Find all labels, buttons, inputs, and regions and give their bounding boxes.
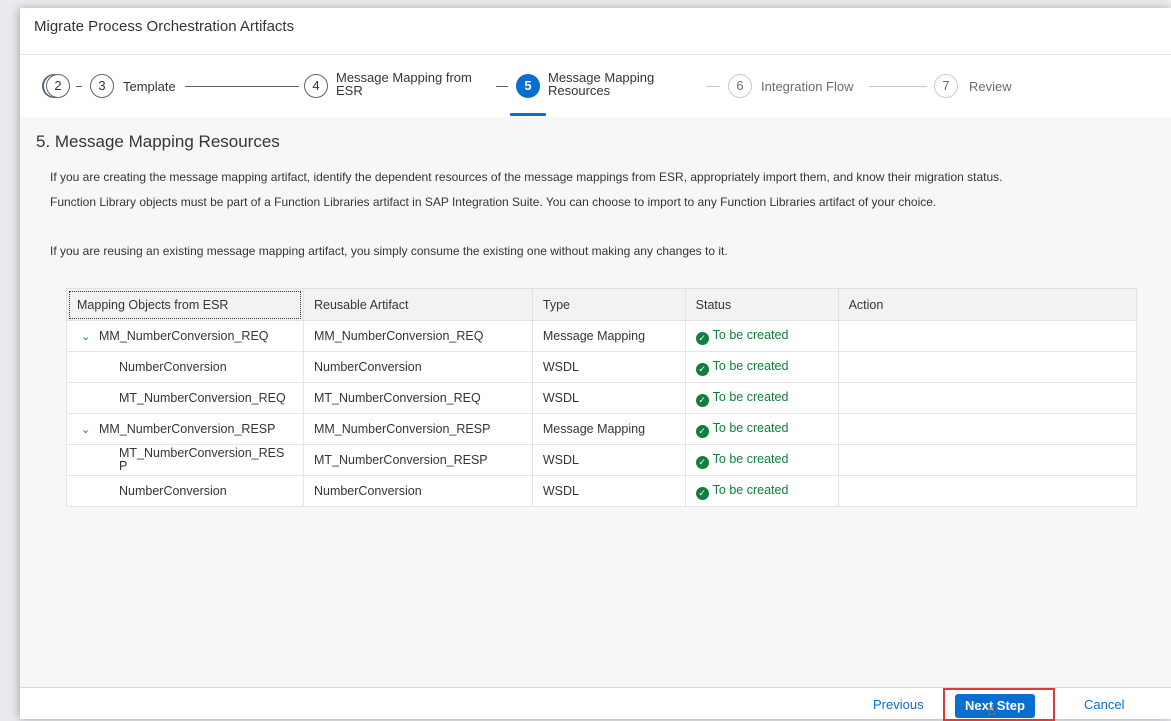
status-cell: ✓ To be created [684, 320, 839, 352]
table-row[interactable]: NumberConversion NumberConversion WSDL ✓… [66, 475, 1138, 507]
mapping-cell: NumberConversion [66, 351, 304, 383]
table-row[interactable]: MT_NumberConversion_RES P MT_NumberConver… [66, 444, 1138, 476]
dialog-footer: Previous Next Step ☝ Cancel [20, 687, 1171, 721]
column-header-action[interactable]: Action [837, 288, 1138, 321]
check-circle-icon: ✓ [695, 455, 709, 469]
artifact-cell: NumberConversion [302, 475, 533, 507]
artifact-cell: MM_NumberConversion_REQ [302, 320, 533, 352]
mapping-cell: NumberConversion [66, 475, 304, 507]
dialog-title: Migrate Process Orchestration Artifacts [34, 18, 295, 35]
wizard-step-6[interactable]: 6 [728, 74, 752, 98]
table-row[interactable]: ⌄ MM_NumberConversion_RESP MM_NumberConve… [66, 413, 1138, 445]
table-row[interactable]: NumberConversion NumberConversion WSDL ✓… [66, 351, 1138, 383]
action-cell [837, 475, 1138, 507]
table-row[interactable]: ⌄ MM_NumberConversion_REQ MM_NumberConver… [66, 320, 1138, 352]
status-cell: ✓ To be created [684, 444, 839, 476]
wizard-step-3-label: Template [123, 79, 176, 94]
column-header-mapping-objects[interactable]: Mapping Objects from ESR [66, 288, 304, 321]
wizard-connector [869, 86, 927, 87]
next-step-highlight: Next Step ☝ [943, 688, 1055, 721]
hand-cursor-icon: ☝ [987, 702, 996, 718]
wizard-step-6-label: Integration Flow [761, 79, 854, 94]
artifact-cell: MT_NumberConversion_REQ [302, 382, 533, 414]
chevron-down-icon[interactable]: ⌄ [81, 330, 95, 343]
mapping-cell: MT_NumberConversion_REQ [66, 382, 304, 414]
action-cell [837, 351, 1138, 383]
page-title: 5. Message Mapping Resources [36, 132, 280, 151]
status-cell: ✓ To be created [684, 351, 839, 383]
action-cell [837, 320, 1138, 352]
mapping-cell: ⌄ MM_NumberConversion_RESP [66, 413, 304, 445]
table-header-row: Mapping Objects from ESR Reusable Artifa… [66, 288, 1138, 321]
resources-table: Mapping Objects from ESR Reusable Artifa… [66, 288, 1138, 507]
wizard-step-3[interactable]: 3 [90, 74, 114, 98]
type-cell: Message Mapping [531, 320, 686, 352]
wizard-step-4-label: Message Mapping from ESR [336, 70, 472, 98]
status-cell: ✓ To be created [684, 413, 839, 445]
wizard-connector [185, 86, 299, 87]
type-cell: WSDL [531, 475, 686, 507]
check-circle-icon: ✓ [695, 486, 709, 500]
check-circle-icon: ✓ [695, 424, 709, 438]
check-circle-icon: ✓ [695, 331, 709, 345]
type-cell: WSDL [531, 444, 686, 476]
action-cell [837, 382, 1138, 414]
column-header-reusable-artifact[interactable]: Reusable Artifact [302, 288, 533, 321]
check-circle-icon: ✓ [695, 362, 709, 376]
type-cell: Message Mapping [531, 413, 686, 445]
mapping-cell: MT_NumberConversion_RES P [66, 444, 304, 476]
action-cell [837, 413, 1138, 445]
wizard-connector [496, 86, 508, 87]
column-header-type[interactable]: Type [531, 288, 686, 321]
wizard-connector [76, 86, 82, 87]
artifact-cell: MT_NumberConversion_RESP [302, 444, 533, 476]
step-content: 5. Message Mapping Resources If you are … [20, 117, 1171, 687]
type-cell: WSDL [531, 382, 686, 414]
wizard-step-2[interactable]: 2 [46, 74, 70, 98]
check-circle-icon: ✓ [695, 393, 709, 407]
description-line-1: If you are creating the message mapping … [50, 170, 1003, 184]
previous-button[interactable]: Previous [873, 697, 924, 712]
wizard-step-5-label: Message Mapping Resources [548, 70, 655, 98]
wizard-step-5[interactable]: 5 [516, 74, 540, 98]
cancel-button[interactable]: Cancel [1084, 697, 1124, 712]
wizard-step-4[interactable]: 4 [304, 74, 328, 98]
status-cell: ✓ To be created [684, 382, 839, 414]
type-cell: WSDL [531, 351, 686, 383]
wizard-step-7[interactable]: 7 [934, 74, 958, 98]
chevron-down-icon[interactable]: ⌄ [81, 423, 95, 436]
mapping-cell: ⌄ MM_NumberConversion_REQ [66, 320, 304, 352]
artifact-cell: NumberConversion [302, 351, 533, 383]
migration-dialog: Migrate Process Orchestration Artifacts … [20, 8, 1171, 721]
wizard-progress-bar: 2 3 Template 4 Message Mapping from ESR … [20, 54, 1171, 118]
column-header-status[interactable]: Status [684, 288, 839, 321]
active-step-indicator [510, 113, 546, 116]
description-reuse: If you are reusing an existing message m… [50, 244, 728, 258]
description-line-2: Function Library objects must be part of… [50, 195, 937, 209]
artifact-cell: MM_NumberConversion_RESP [302, 413, 533, 445]
wizard-connector [706, 86, 720, 87]
wizard-step-7-label: Review [969, 79, 1012, 94]
status-cell: ✓ To be created [684, 475, 839, 507]
action-cell [837, 444, 1138, 476]
table-row[interactable]: MT_NumberConversion_REQ MT_NumberConvers… [66, 382, 1138, 414]
